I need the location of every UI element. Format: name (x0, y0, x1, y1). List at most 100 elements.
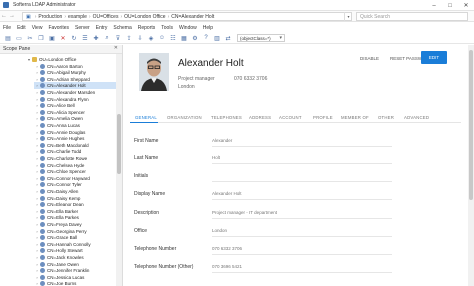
tree-item-label: CN=Alexander Marsden (47, 90, 96, 95)
field-value[interactable]: Alexander Holt (212, 191, 242, 196)
breadcrumb-segment[interactable]: example (68, 14, 87, 20)
menu-server[interactable]: Server (75, 25, 90, 31)
user-icon (40, 129, 45, 135)
forward-icon[interactable]: → (8, 13, 16, 19)
refresh-icon[interactable]: ↻ (70, 34, 78, 42)
delete-icon[interactable]: ✕ (59, 34, 67, 42)
tree-item-label: CN=Alicia Spencer (47, 109, 85, 115)
user-icon (40, 76, 45, 82)
field-label: Last Name (134, 155, 159, 161)
breadcrumb-segment[interactable]: Production (38, 14, 62, 20)
app-icon (3, 2, 9, 8)
user-icon (40, 103, 45, 109)
reports-icon[interactable]: ▦ (180, 34, 188, 42)
tree-item-label: CN=Daisy Kemp (47, 195, 81, 201)
tab-other[interactable]: OTHER (378, 115, 394, 120)
entry-phone: 070 6332 3706 (234, 76, 268, 82)
toolbar: ▤ ▭ ✂ ❐ ▣ ✕ ↻ ☰ ✚ ⌕ ⊽ ⇪ ⇩ ◈ ☺ ☷ ▦ ⚙ ? ▥ … (0, 33, 474, 44)
user-icon (40, 90, 45, 95)
group-icon[interactable]: ☷ (169, 34, 177, 42)
field-value[interactable]: 070 3696 5421 (212, 264, 242, 269)
breadcrumb[interactable]: ▣ › Production › example › OU=Offices › … (22, 12, 352, 21)
address-dropdown-icon[interactable]: ▾ (344, 12, 352, 21)
minimize-icon[interactable]: – (426, 0, 442, 11)
field-label: Telephone Number (Other) (134, 264, 194, 270)
menu-view[interactable]: View (32, 25, 43, 31)
edit-button[interactable]: EDIT (421, 51, 447, 64)
field-value[interactable]: Project manager - IT department (212, 210, 277, 215)
tab-bar: GENERAL ORGANIZATION TELEPHONES ADDRESS … (131, 113, 461, 123)
tree-item-label: OU=London Office (39, 57, 77, 62)
filter-combo[interactable]: (objectClass=*) (237, 34, 285, 42)
entry-name: Alexander Holt (178, 58, 244, 69)
user-icon (40, 215, 45, 221)
breadcrumb-segment[interactable]: CN=Alexander Holt (171, 14, 214, 20)
tree-item-label: CN=Ella Barker (47, 208, 79, 214)
schema-icon[interactable]: ◈ (147, 34, 155, 42)
maximize-icon[interactable]: □ (442, 0, 458, 11)
breadcrumb-segment[interactable]: OU=London Office (124, 14, 165, 20)
tree-item-label: CN=Aaron Barton (47, 63, 83, 69)
user-icon (40, 222, 45, 227)
field-value[interactable]: Holt (212, 155, 220, 160)
new-server-icon[interactable]: ▤ (4, 34, 12, 42)
menu-file[interactable]: File (3, 25, 11, 31)
import-icon[interactable]: ⇩ (136, 34, 144, 42)
menu-entry[interactable]: Entry (96, 25, 108, 31)
entry-scrollbar-thumb[interactable] (469, 50, 473, 200)
filter-icon[interactable]: ⊽ (114, 34, 122, 42)
menu-edit[interactable]: Edit (17, 25, 26, 31)
user-icon (40, 281, 45, 286)
menu-help[interactable]: Help (203, 25, 213, 31)
close-icon[interactable]: ✕ (458, 0, 474, 11)
tab-address[interactable]: ADDRESS (249, 115, 271, 120)
breadcrumb-segment[interactable]: OU=Offices (93, 14, 119, 20)
user-icon (40, 169, 45, 175)
open-icon[interactable]: ▭ (15, 34, 23, 42)
cut-icon[interactable]: ✂ (26, 34, 34, 42)
disable-button[interactable]: DISABLE (360, 56, 379, 61)
entry-panel: Alexander Holt Project manager 070 6332 … (123, 45, 468, 286)
user-icon[interactable]: ☺ (158, 34, 166, 42)
field-value[interactable]: Alexander (212, 138, 232, 143)
tree-item-label: CN=Charlie Todd (47, 149, 82, 155)
paste-icon[interactable]: ▣ (48, 34, 56, 42)
user-icon (40, 255, 45, 260)
copy-icon[interactable]: ❐ (37, 34, 45, 42)
menu-window[interactable]: Window (179, 25, 197, 31)
quick-search-input[interactable]: Quick Search (356, 12, 468, 21)
new-entry-icon[interactable]: ✚ (92, 34, 100, 42)
tree-item-label: CN=Connor Tyler (47, 182, 82, 188)
help-icon[interactable]: ? (202, 34, 210, 42)
menu-schema[interactable]: Schema (113, 25, 131, 31)
field-value[interactable]: 070 6332 3706 (212, 246, 242, 251)
back-icon[interactable]: ← (0, 13, 8, 19)
export-icon[interactable]: ⇪ (125, 34, 133, 42)
tree-item-label: CN=Holly Stewart (47, 248, 83, 254)
pin-icon[interactable]: ✕ (114, 45, 118, 51)
tab-telephones[interactable]: TELEPHONES (211, 115, 242, 120)
field-underline (212, 272, 392, 273)
settings-icon[interactable]: ⚙ (191, 34, 199, 42)
tree-item-label: CN=Jane Owen (47, 261, 79, 267)
tab-general[interactable]: GENERAL (135, 115, 157, 120)
menu-favorites[interactable]: Favorites (48, 25, 69, 31)
field-value[interactable]: London (212, 228, 227, 233)
tab-organization[interactable]: ORGANIZATION (167, 115, 202, 120)
tab-account[interactable]: ACCOUNT (279, 115, 302, 120)
tree-item-label: CN=Alexander Holt (47, 83, 86, 89)
view-icon[interactable]: ▥ (213, 34, 221, 42)
menu-reports[interactable]: Reports (138, 25, 156, 31)
tab-advanced[interactable]: ADVANCED (404, 115, 429, 120)
tree-item-label: CN=Alexandra Flynn (47, 96, 89, 102)
link-icon[interactable]: ⇄ (224, 34, 232, 42)
tree-item[interactable]: › CN=Joe Burns (34, 280, 116, 286)
user-icon (40, 70, 45, 76)
menu-tools[interactable]: Tools (161, 25, 173, 31)
scope-scrollbar-thumb[interactable] (117, 114, 121, 174)
tab-profile[interactable]: PROFILE (313, 115, 333, 120)
entry-scrollbar[interactable] (468, 45, 474, 286)
properties-icon[interactable]: ☰ (81, 34, 89, 42)
tab-member-of[interactable]: MEMBER OF (341, 115, 369, 120)
search-icon[interactable]: ⌕ (103, 34, 111, 42)
